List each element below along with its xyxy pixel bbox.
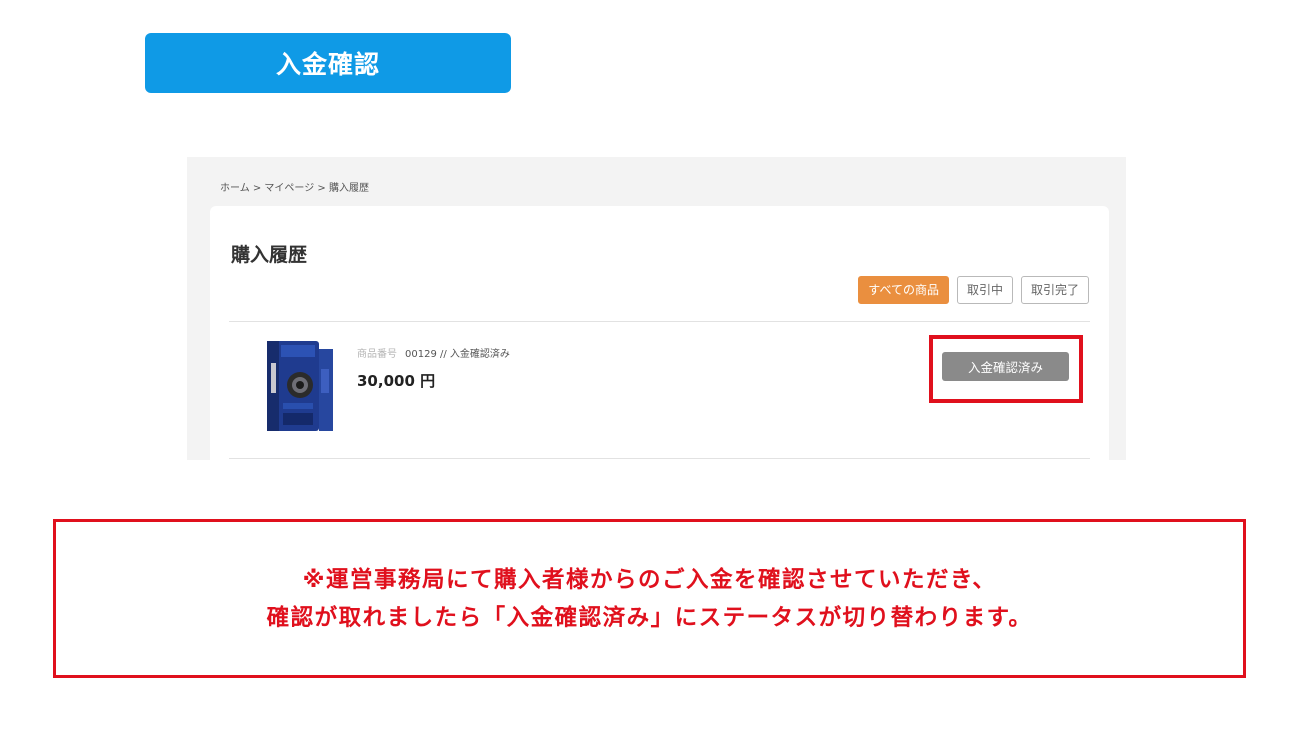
item-number-value: 00129 // 入金確認済み <box>405 349 510 360</box>
filter-tabs: すべての商品 取引中 取引完了 <box>858 276 1089 304</box>
purchase-history-card: 購入履歴 すべての商品 取引中 取引完了 商品番号 00129 // 入金確認済み… <box>210 206 1109 460</box>
breadcrumb: ホーム > マイページ > 購入履歴 <box>220 183 369 194</box>
item-price: 30,000 円 <box>357 372 436 390</box>
notice-box: ※運営事務局にて購入者様からのご入金を確認させていただき、 確認が取れましたら「… <box>53 519 1246 678</box>
item-number: 商品番号 00129 // 入金確認済み <box>357 345 510 360</box>
divider <box>229 321 1090 322</box>
divider <box>229 458 1090 459</box>
product-image[interactable] <box>257 339 352 434</box>
page-title: 購入履歴 <box>231 244 308 266</box>
notice-line-2: 確認が取れましたら「入金確認済み」にステータスが切り替わります。 <box>266 604 1033 631</box>
item-number-label: 商品番号 <box>357 349 397 360</box>
filter-in-progress-button[interactable]: 取引中 <box>956 276 1013 304</box>
section-title-badge: 入金確認 <box>145 33 511 93</box>
filter-completed-button[interactable]: 取引完了 <box>1020 276 1089 304</box>
payment-confirmed-status-button[interactable]: 入金確認済み <box>942 352 1069 381</box>
purchase-history-screenshot: ホーム > マイページ > 購入履歴 購入履歴 すべての商品 取引中 取引完了 … <box>187 157 1126 460</box>
filter-all-items-button[interactable]: すべての商品 <box>858 276 949 304</box>
notice-line-1: ※運営事務局にて購入者様からのご入金を確認させていただき、 <box>302 566 997 593</box>
